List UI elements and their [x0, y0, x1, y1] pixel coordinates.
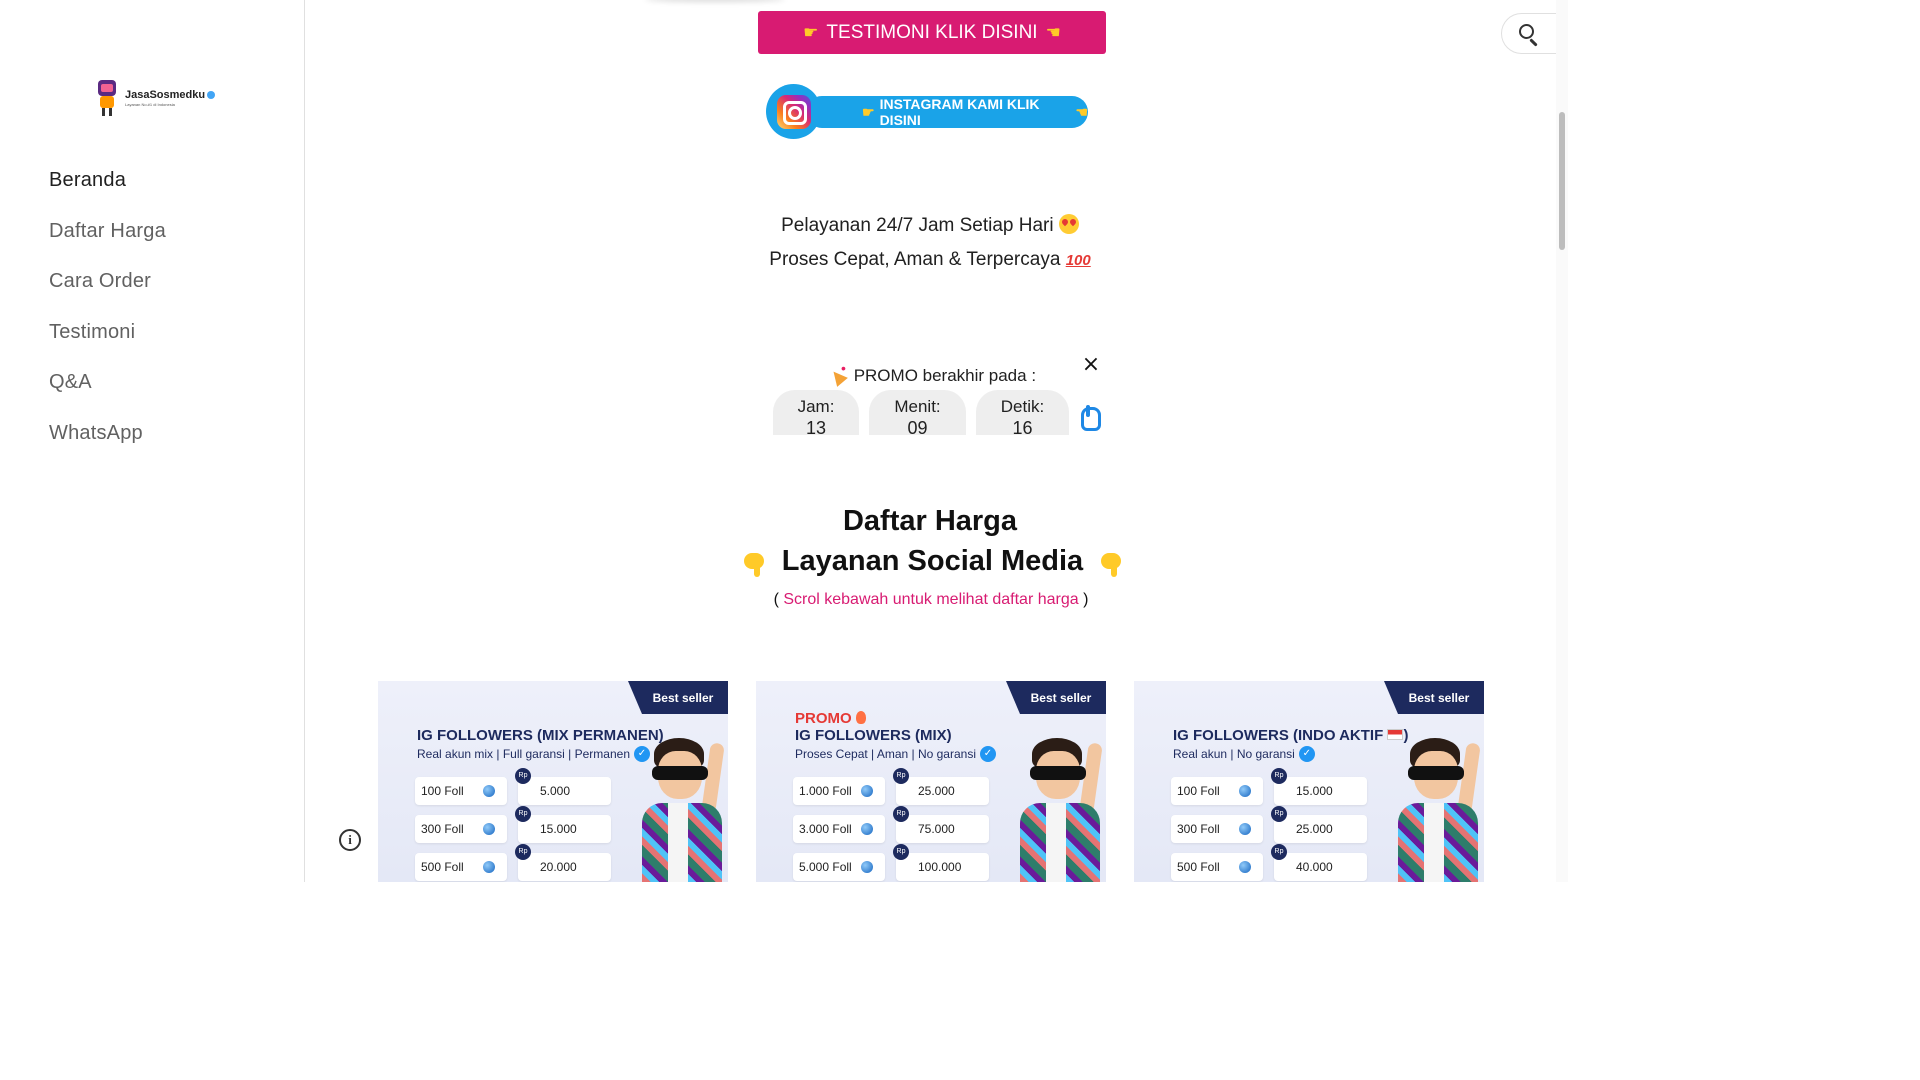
pointing-down-icon	[1097, 547, 1125, 577]
globe-icon	[483, 785, 495, 797]
rp-badge: Rp	[893, 806, 909, 822]
verified-icon: ✓	[1298, 746, 1315, 762]
pointing-down-icon	[740, 547, 768, 577]
bestseller-badge: Best seller	[628, 681, 728, 714]
testimoni-button-label: TESTIMONI KLIK DISINI	[826, 21, 1038, 43]
model-illustration	[1384, 733, 1484, 882]
price-row: 300 Foll 15.000 Rp	[415, 806, 611, 843]
scrollbar[interactable]	[1556, 0, 1568, 882]
model-illustration	[628, 733, 728, 882]
rp-badge: Rp	[1271, 768, 1287, 784]
fire-icon	[855, 711, 866, 724]
price-card[interactable]: Best seller PROMO IG FOLLOWERS (MIX) Pro…	[756, 681, 1106, 882]
timer-hours: Jam: 13	[773, 390, 859, 438]
nav-item-testimoni[interactable]: Testimoni	[49, 316, 166, 367]
instagram-button-pill: ☛ INSTAGRAM KAMI KLIK DISINI ☚	[806, 96, 1088, 128]
nav-item-cara-order[interactable]: Cara Order	[49, 265, 166, 316]
bestseller-badge: Best seller	[1006, 681, 1106, 714]
card-subtitle: Real akun mix | Full garansi | Permanen …	[417, 746, 650, 762]
pointing-left-icon: ☚	[1075, 103, 1088, 120]
info-icon[interactable]: i	[339, 829, 361, 851]
instagram-circle	[766, 84, 821, 139]
nav-item-beranda[interactable]: Beranda	[49, 164, 166, 215]
bestseller-badge: Best seller	[1384, 681, 1484, 714]
pointing-right-icon: ☛	[803, 22, 819, 42]
price-card[interactable]: Best seller IG FOLLOWERS (MIX PERMANEN) …	[378, 681, 728, 882]
tap-finger-icon	[1078, 405, 1101, 431]
pointing-right-icon: ☛	[862, 103, 875, 120]
rp-badge: Rp	[515, 768, 531, 784]
card-title: IG FOLLOWERS (INDO AKTIF )	[1173, 727, 1409, 744]
hundred-icon: 100	[1065, 252, 1091, 269]
nav-item-qa[interactable]: Q&A	[49, 366, 166, 417]
scroll-note: ( Scrol kebawah untuk melihat daftar har…	[773, 591, 1089, 608]
card-subtitle: Proses Cepat | Aman | No garansi ✓	[795, 746, 996, 762]
rp-badge: Rp	[893, 768, 909, 784]
card-promo-label: PROMO	[795, 710, 866, 727]
pricing-subtitle: Layanan Social Media	[740, 545, 1125, 578]
rp-badge: Rp	[1271, 844, 1287, 860]
price-row: 500 Foll 40.000 Rp	[1171, 844, 1367, 881]
rp-badge: Rp	[515, 844, 531, 860]
globe-icon	[483, 861, 495, 873]
globe-icon	[1239, 823, 1251, 835]
price-row: 100 Foll 5.000 Rp	[415, 768, 611, 805]
price-row: 3.000 Foll 75.000 Rp	[793, 806, 989, 843]
logo-tagline: Layanan No.#1 di Indonesia	[125, 102, 175, 107]
globe-icon	[861, 861, 873, 873]
service-line-2: Proses Cepat, Aman & Terpercaya 100	[769, 249, 1091, 270]
globe-icon	[1239, 861, 1251, 873]
card-subtitle: Real akun | No garansi ✓	[1173, 746, 1315, 762]
close-icon[interactable]: ×	[1080, 352, 1102, 378]
rp-badge: Rp	[893, 844, 909, 860]
instagram-button[interactable]: ☛ INSTAGRAM KAMI KLIK DISINI ☚	[766, 84, 1088, 139]
instagram-icon	[776, 94, 811, 129]
timer-seconds: Detik: 16	[976, 390, 1069, 438]
price-row: 300 Foll 25.000 Rp	[1171, 806, 1367, 843]
rp-badge: Rp	[515, 806, 531, 822]
service-line-1: Pelayanan 24/7 Jam Setiap Hari	[700, 214, 1160, 237]
pricing-title: Daftar Harga	[842, 505, 1018, 537]
pointing-left-icon: ☚	[1045, 22, 1061, 42]
search-icon	[1519, 24, 1534, 39]
card-title: IG FOLLOWERS (MIX)	[795, 727, 952, 744]
logo-text: JasaSosmedku	[125, 89, 206, 101]
rp-badge: Rp	[1271, 806, 1287, 822]
card-title: IG FOLLOWERS (MIX PERMANEN)	[417, 727, 664, 744]
globe-icon	[483, 823, 495, 835]
party-popper-icon	[829, 360, 849, 384]
heart-eyes-icon	[1058, 214, 1079, 234]
price-row: 500 Foll 20.000 Rp	[415, 844, 611, 881]
sidebar: JasaSosmedku Layanan No.#1 di Indonesia …	[0, 0, 305, 882]
sidebar-nav: Beranda Daftar Harga Cara Order Testimon…	[49, 164, 166, 468]
globe-icon	[1239, 785, 1251, 797]
promo-title: PROMO berakhir pada :	[800, 360, 1065, 386]
timer-minutes: Menit: 09	[869, 390, 966, 438]
nav-item-whatsapp[interactable]: WhatsApp	[49, 417, 166, 468]
globe-icon	[861, 785, 873, 797]
price-row: 5.000 Foll 100.000 Rp	[793, 844, 989, 881]
globe-icon	[861, 823, 873, 835]
scrollbar-thumb[interactable]	[1559, 112, 1565, 250]
site-logo[interactable]: JasaSosmedku Layanan No.#1 di Indonesia	[92, 78, 216, 118]
price-card[interactable]: Best seller IG FOLLOWERS (INDO AKTIF ) R…	[1134, 681, 1484, 882]
instagram-button-label: INSTAGRAM KAMI KLIK DISINI	[879, 96, 1040, 128]
testimoni-button[interactable]: ☛ TESTIMONI KLIK DISINI ☚	[758, 11, 1106, 54]
model-illustration	[1006, 733, 1106, 882]
nav-item-daftar-harga[interactable]: Daftar Harga	[49, 215, 166, 266]
verified-icon: ✓	[980, 746, 996, 762]
verified-icon	[207, 91, 216, 99]
price-row: 100 Foll 15.000 Rp	[1171, 768, 1367, 805]
mascot-icon	[92, 78, 122, 118]
price-row: 1.000 Foll 25.000 Rp	[793, 768, 989, 805]
